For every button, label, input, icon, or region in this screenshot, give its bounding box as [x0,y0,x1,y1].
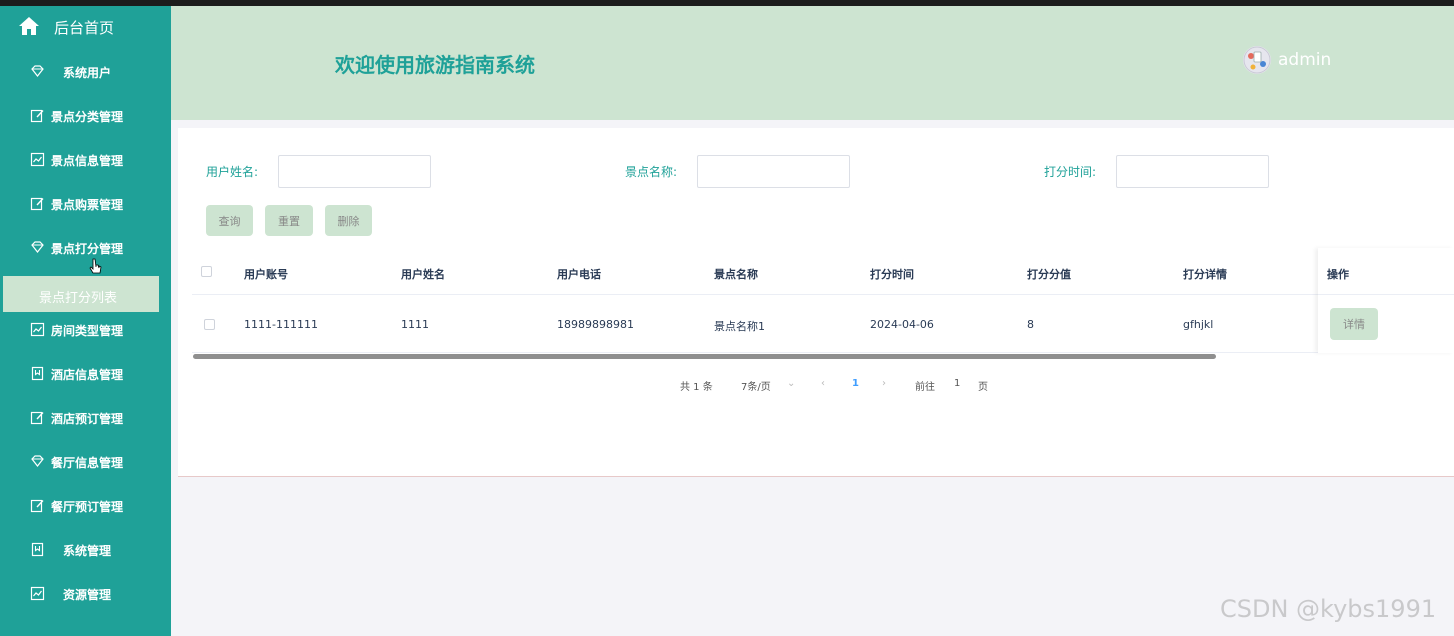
sidebar-item-label: 系统用户 [63,66,112,80]
sidebar-item-resource-management[interactable]: 资源管理 [0,574,171,614]
diamond-icon [31,241,44,253]
sidebar-item-spot-ticket[interactable]: 景点购票管理 [0,184,171,224]
sidebar-item-label: 景点购票管理 [51,198,124,212]
score-time-label: 打分时间: [1044,165,1097,179]
next-page-icon[interactable]: › [882,378,886,389]
column-header[interactable]: 用户电话 [557,266,601,282]
sidebar-item-label: 景点信息管理 [51,154,124,168]
cell-user-account: 1111-111111 [244,318,318,331]
sidebar-item-label: 房间类型管理 [51,324,124,338]
chart-icon [30,586,45,601]
sidebar: 后台首页 系统用户 景点分类管理 景点信息管理 景点购票管理 景点打分管理 景点… [0,6,171,636]
sidebar-item-label: 资源管理 [63,588,112,602]
sidebar-item-hotel-info[interactable]: 酒店信息管理 [0,354,171,394]
page-suffix: 页 [978,382,988,393]
sidebar-item-label: 系统管理 [63,544,112,558]
home-icon [19,17,39,35]
cell-score-time: 2024-04-06 [870,318,934,331]
column-header[interactable]: 用户账号 [244,266,288,282]
page-size-select[interactable]: 7条/页 [741,378,771,393]
mouse-pointer-icon [89,258,102,274]
chart-icon [30,152,45,167]
cell-score-value: 8 [1027,318,1034,331]
username[interactable]: admin [1278,50,1331,70]
chevron-down-icon[interactable]: ⌄ [787,378,795,389]
diamond-icon [31,65,44,77]
edit-icon [30,499,44,513]
watermark: CSDN @kybs1991 [1220,595,1437,623]
avatar-icon [1243,46,1271,74]
edit-icon [30,109,44,123]
sidebar-item-label: 景点分类管理 [51,110,124,124]
cell-user-name: 1111 [401,318,429,331]
chart-icon [30,322,45,337]
current-page[interactable]: 1 [852,378,859,389]
user-name-label: 用户姓名: [206,165,259,179]
detail-button[interactable]: 详情 [1330,308,1378,340]
column-header[interactable]: 打分详情 [1183,266,1227,282]
goto-label: 前往 [915,382,935,393]
spot-name-label: 景点名称: [625,165,678,179]
score-time-input[interactable] [1116,155,1269,188]
sidebar-subitem-label: 景点打分列表 [39,291,118,306]
sidebar-item-system-users[interactable]: 系统用户 [0,52,171,92]
prev-page-icon[interactable]: ‹ [821,378,825,389]
edit-icon [30,411,44,425]
delete-button[interactable]: 删除 [325,205,372,236]
column-header-operation: 操作 [1327,268,1349,281]
horizontal-scrollbar[interactable] [193,354,1216,359]
sidebar-item-label: 酒店预订管理 [51,412,124,426]
sidebar-subitem-score-list[interactable]: 景点打分列表 [3,276,159,312]
bookmark-icon [31,366,44,381]
row-checkbox[interactable] [204,319,215,330]
spot-name-input[interactable] [697,155,850,188]
sidebar-item-spot-info[interactable]: 景点信息管理 [0,140,171,180]
sidebar-item-restaurant-booking[interactable]: 餐厅预订管理 [0,486,171,526]
select-all-checkbox[interactable] [201,266,212,277]
bookmark-icon [31,542,44,557]
cell-user-phone: 18989898981 [557,318,634,331]
cell-spot-name: 景点名称1 [714,320,765,333]
table-row[interactable]: 1111-111111 1111 18989898981 景点名称1 2024-… [192,295,1454,353]
column-header[interactable]: 打分时间 [870,266,914,282]
sidebar-item-label: 酒店信息管理 [51,368,124,382]
sidebar-item-hotel-booking[interactable]: 酒店预订管理 [0,398,171,438]
cell-score-detail: gfhjkl [1183,318,1214,331]
diamond-icon [31,455,44,467]
sidebar-item-label: 餐厅预订管理 [51,500,124,514]
sidebar-home[interactable]: 后台首页 [0,6,171,48]
sidebar-item-label: 景点打分管理 [51,242,124,256]
user-name-input[interactable] [278,155,431,188]
sidebar-item-spot-category[interactable]: 景点分类管理 [0,96,171,136]
operation-column: 操作 详情 [1318,248,1454,353]
avatar[interactable] [1243,46,1271,74]
goto-page-input[interactable]: 1 [954,378,960,389]
sidebar-item-restaurant-info[interactable]: 餐厅信息管理 [0,442,171,482]
header: 欢迎使用旅游指南系统 admin [171,6,1454,120]
reset-button[interactable]: 重置 [265,205,313,236]
table-header: 用户账号 用户姓名 用户电话 景点名称 打分时间 打分分值 打分详情 [192,248,1454,295]
column-header[interactable]: 打分分值 [1027,266,1071,282]
sidebar-item-system-management[interactable]: 系统管理 [0,530,171,570]
column-header[interactable]: 用户姓名 [401,266,445,282]
sidebar-item-room-type[interactable]: 房间类型管理 [0,310,171,350]
page-title: 欢迎使用旅游指南系统 [335,53,535,77]
query-button[interactable]: 查询 [206,205,253,236]
main-panel: 用户姓名: 景点名称: 打分时间: 查询 重置 删除 用户账号 用户姓名 用户电… [178,128,1454,477]
sidebar-item-label: 餐厅信息管理 [51,456,124,470]
sidebar-item-spot-score[interactable]: 景点打分管理 [0,228,171,268]
divider [1318,294,1454,295]
sidebar-home-label: 后台首页 [54,19,115,37]
edit-icon [30,197,44,211]
column-header[interactable]: 景点名称 [714,266,758,282]
pagination-total: 共 1 条 [680,382,713,393]
